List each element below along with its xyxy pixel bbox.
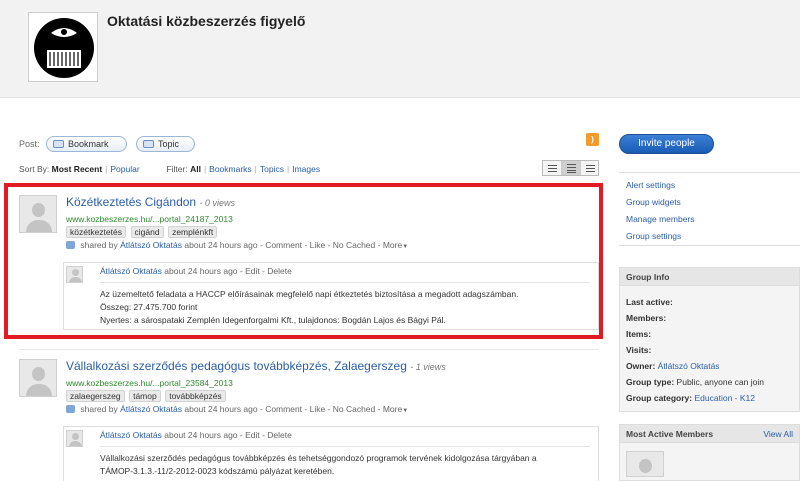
- feed-item: Vállalkozási szerződés pedagógus továbbk…: [19, 359, 599, 481]
- bookmark-icon: [53, 140, 64, 148]
- invite-people-button[interactable]: Invite people: [619, 134, 714, 154]
- item-time: about 24 hours ago: [184, 404, 258, 414]
- sort-filter-bar: Sort By: Most Recent | Popular Filter: All…: [19, 164, 321, 174]
- filter-bookmarks[interactable]: Bookmarks: [209, 164, 252, 174]
- group-type-label: Group type:: [626, 377, 675, 387]
- bookmark-label: Bookmark: [68, 139, 109, 149]
- sort-label: Sort By:: [19, 164, 50, 174]
- info-owner: Owner: Átlátszó Oktatás: [626, 358, 799, 374]
- filter-topics[interactable]: Topics: [260, 164, 284, 174]
- item-title-link[interactable]: Vállalkozási szerződés pedagógus továbbk…: [66, 359, 407, 373]
- owner-link[interactable]: Átlátszó Oktatás: [658, 361, 720, 371]
- shared-prefix: shared by: [80, 404, 118, 414]
- item-url[interactable]: www.kozbeszerzes.hu/...portal_23584_2013: [66, 378, 233, 388]
- info-visits: Visits:: [626, 345, 652, 355]
- comment-actions[interactable]: - Edit - Delete: [240, 430, 292, 440]
- group-logo[interactable]: [28, 12, 98, 82]
- post-label: Post:: [19, 139, 40, 149]
- view-toggle: [542, 160, 599, 176]
- item-actions[interactable]: - Comment - Like - No Cached - More: [260, 404, 402, 414]
- item-divider: [19, 349, 599, 350]
- compact-view-icon[interactable]: [581, 161, 600, 175]
- info-members: Members:: [626, 313, 667, 323]
- topic-button[interactable]: Topic: [136, 136, 195, 152]
- item-title: Vállalkozási szerződés pedagógus továbbk…: [66, 359, 446, 373]
- category-label: Group category:: [626, 393, 693, 403]
- group-admin-links: Alert settings Group widgets Manage memb…: [619, 172, 800, 246]
- active-members-title: Most Active Members View All: [620, 425, 799, 443]
- comment-line: TÁMOP-3.1.3.-11/2-2012-0023 kódszámú pál…: [100, 466, 335, 476]
- list-view-icon[interactable]: [543, 161, 562, 175]
- item-tags: zalaegerszeg támop továbbképzés: [66, 390, 228, 402]
- sort-popular[interactable]: Popular: [110, 164, 139, 174]
- group-info-panel: Group Info Last active: Members: Items: …: [619, 267, 800, 412]
- tag[interactable]: támop: [129, 390, 161, 402]
- topic-icon: [143, 140, 154, 148]
- group-info-title: Group Info: [620, 268, 799, 286]
- item-views: - 1 views: [410, 362, 446, 372]
- group-settings-link[interactable]: Group settings: [626, 228, 800, 245]
- group-type-value: Public, anyone can join: [676, 377, 764, 387]
- post-bar: Post: Bookmark Topic: [19, 136, 599, 152]
- info-category: Group category: Education - K12: [626, 390, 799, 406]
- sort-most-recent[interactable]: Most Recent: [52, 164, 103, 174]
- info-last-active: Last active:: [626, 297, 673, 307]
- comment-time: about 24 hours ago: [164, 430, 238, 440]
- filter-label: Filter:: [166, 164, 188, 174]
- topic-label: Topic: [158, 139, 180, 149]
- avatar[interactable]: [19, 359, 57, 397]
- comment-body: Vállalkozási szerződés pedagógus továbbk…: [100, 446, 590, 478]
- highlight-box: [4, 183, 603, 339]
- group-title: Oktatási közbeszerzés figyelő: [107, 13, 306, 29]
- comment-avatar[interactable]: [66, 430, 83, 447]
- manage-members-link[interactable]: Manage members: [626, 211, 800, 228]
- info-group-type: Group type: Public, anyone can join: [626, 374, 799, 390]
- filter-images[interactable]: Images: [292, 164, 320, 174]
- member-avatar[interactable]: [626, 451, 664, 477]
- comment: Átlátszó Oktatás about 24 hours ago - Ed…: [63, 426, 599, 481]
- comment-author-link[interactable]: Átlátszó Oktatás: [100, 430, 162, 440]
- chevron-down-icon[interactable]: ▼: [402, 408, 408, 414]
- bookmark-button[interactable]: Bookmark: [46, 136, 127, 152]
- category-link[interactable]: Education - K12: [695, 393, 755, 403]
- group-widgets-link[interactable]: Group widgets: [626, 194, 800, 211]
- info-items: Items:: [626, 329, 652, 339]
- comment-header: Átlátszó Oktatás about 24 hours ago - Ed…: [100, 430, 292, 440]
- share-icon: [66, 405, 75, 413]
- group-header: Oktatási közbeszerzés figyelő: [0, 0, 800, 98]
- active-members-panel: Most Active Members View All: [619, 424, 800, 481]
- filter-all[interactable]: All: [190, 164, 201, 174]
- tag[interactable]: továbbképzés: [165, 390, 226, 402]
- group-logo-image: [34, 18, 94, 78]
- rss-icon[interactable]: ): [586, 133, 599, 146]
- item-meta: shared by Átlátszó Oktatás about 24 hour…: [66, 404, 408, 414]
- detail-view-icon[interactable]: [562, 161, 581, 175]
- alert-settings-link[interactable]: Alert settings: [626, 177, 800, 194]
- tag[interactable]: zalaegerszeg: [66, 390, 125, 402]
- author-link[interactable]: Átlátszó Oktatás: [120, 404, 182, 414]
- comment-line: Vállalkozási szerződés pedagógus továbbk…: [100, 453, 537, 463]
- owner-label: Owner:: [626, 361, 656, 371]
- view-all-link[interactable]: View All: [763, 425, 793, 443]
